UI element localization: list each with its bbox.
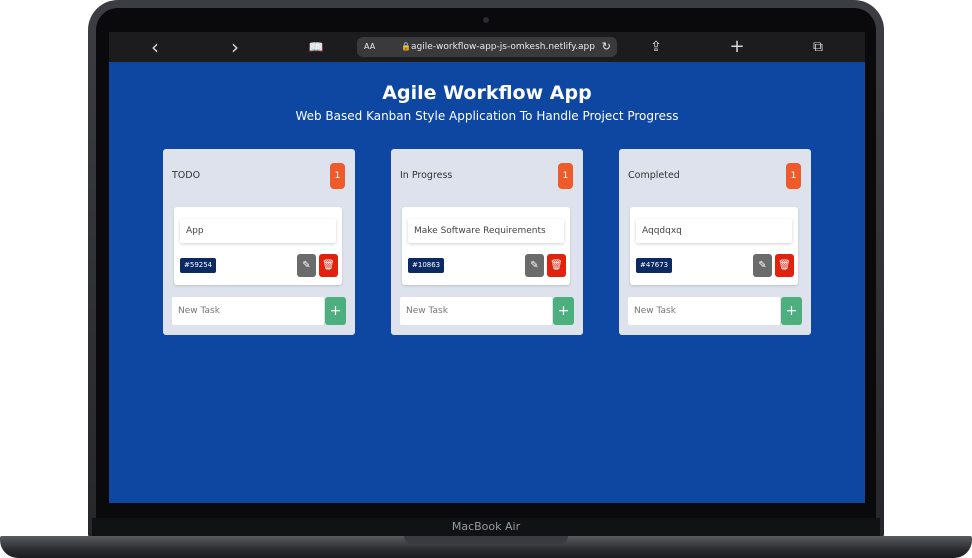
camera-icon xyxy=(483,17,489,23)
task-count-badge: 1 xyxy=(558,163,573,189)
edit-icon: ✎ xyxy=(758,260,767,271)
forward-icon[interactable]: › xyxy=(223,32,247,62)
board-title: In Progress xyxy=(400,170,453,181)
url-text: agile-workflow-app-js-omkesh.netlify.app xyxy=(411,42,595,52)
lock-icon: 🔒 xyxy=(401,42,411,51)
trash-icon: 🗑 xyxy=(322,260,335,271)
edit-task-button[interactable]: ✎ xyxy=(525,254,544,277)
app-subtitle: Web Based Kanban Style Application To Ha… xyxy=(295,109,679,123)
trash-icon: 🗑 xyxy=(550,260,563,271)
app-screen: Agile Workflow App Web Based Kanban Styl… xyxy=(109,62,865,503)
edit-icon: ✎ xyxy=(530,260,539,271)
edit-icon: ✎ xyxy=(302,260,311,271)
address-bar[interactable]: AA 🔒 agile-workflow-app-js-omkesh.netlif… xyxy=(357,37,617,57)
new-task-input[interactable] xyxy=(172,297,324,325)
add-task-button[interactable]: + xyxy=(553,297,574,325)
board-in-progress: In Progress 1 Make Software Requirements… xyxy=(391,149,583,335)
board-completed: Completed 1 Aqqdqxq #47673 ✎ 🗑 + xyxy=(619,149,811,335)
task-card: Make Software Requirements #10863 ✎ 🗑 xyxy=(402,207,570,285)
back-icon[interactable]: ‹ xyxy=(143,32,167,62)
task-id-badge: #59254 xyxy=(180,258,217,273)
task-id-badge: #47673 xyxy=(636,258,673,273)
task-card: Aqqdqxq #47673 ✎ 🗑 xyxy=(630,207,798,285)
tabs-overview-icon[interactable]: ⧉ xyxy=(806,32,830,62)
task-id-badge: #10863 xyxy=(408,258,445,273)
edit-task-button[interactable]: ✎ xyxy=(297,254,316,277)
new-task-input[interactable] xyxy=(628,297,780,325)
new-tab-icon[interactable]: + xyxy=(725,32,749,62)
delete-task-button[interactable]: 🗑 xyxy=(547,254,566,277)
add-task-button[interactable]: + xyxy=(325,297,346,325)
task-text[interactable]: App xyxy=(180,219,336,243)
task-count-badge: 1 xyxy=(330,163,345,189)
bookmarks-icon[interactable]: 📖 xyxy=(304,32,328,62)
device-label: MacBook Air xyxy=(92,518,880,536)
app-title: Agile Workflow App xyxy=(382,82,592,104)
task-count-badge: 1 xyxy=(786,163,801,189)
board-todo: TODO 1 App #59254 ✎ 🗑 + xyxy=(163,149,355,335)
reload-icon[interactable]: ↻ xyxy=(602,37,611,57)
browser-toolbar: ‹ › 📖 AA 🔒 agile-workflow-app-js-omkesh.… xyxy=(109,32,865,62)
edit-task-button[interactable]: ✎ xyxy=(753,254,772,277)
task-card: App #59254 ✎ 🗑 xyxy=(174,207,342,285)
delete-task-button[interactable]: 🗑 xyxy=(775,254,794,277)
task-text[interactable]: Make Software Requirements xyxy=(408,219,564,243)
laptop-hinge-notch xyxy=(404,536,568,544)
reader-aa-button[interactable]: AA xyxy=(364,37,375,57)
new-task-input[interactable] xyxy=(400,297,552,325)
task-text[interactable]: Aqqdqxq xyxy=(636,219,792,243)
delete-task-button[interactable]: 🗑 xyxy=(319,254,338,277)
board-title: Completed xyxy=(628,170,680,181)
board-title: TODO xyxy=(172,170,201,181)
trash-icon: 🗑 xyxy=(778,260,791,271)
share-icon[interactable]: ⇪ xyxy=(644,32,668,62)
add-task-button[interactable]: + xyxy=(781,297,802,325)
